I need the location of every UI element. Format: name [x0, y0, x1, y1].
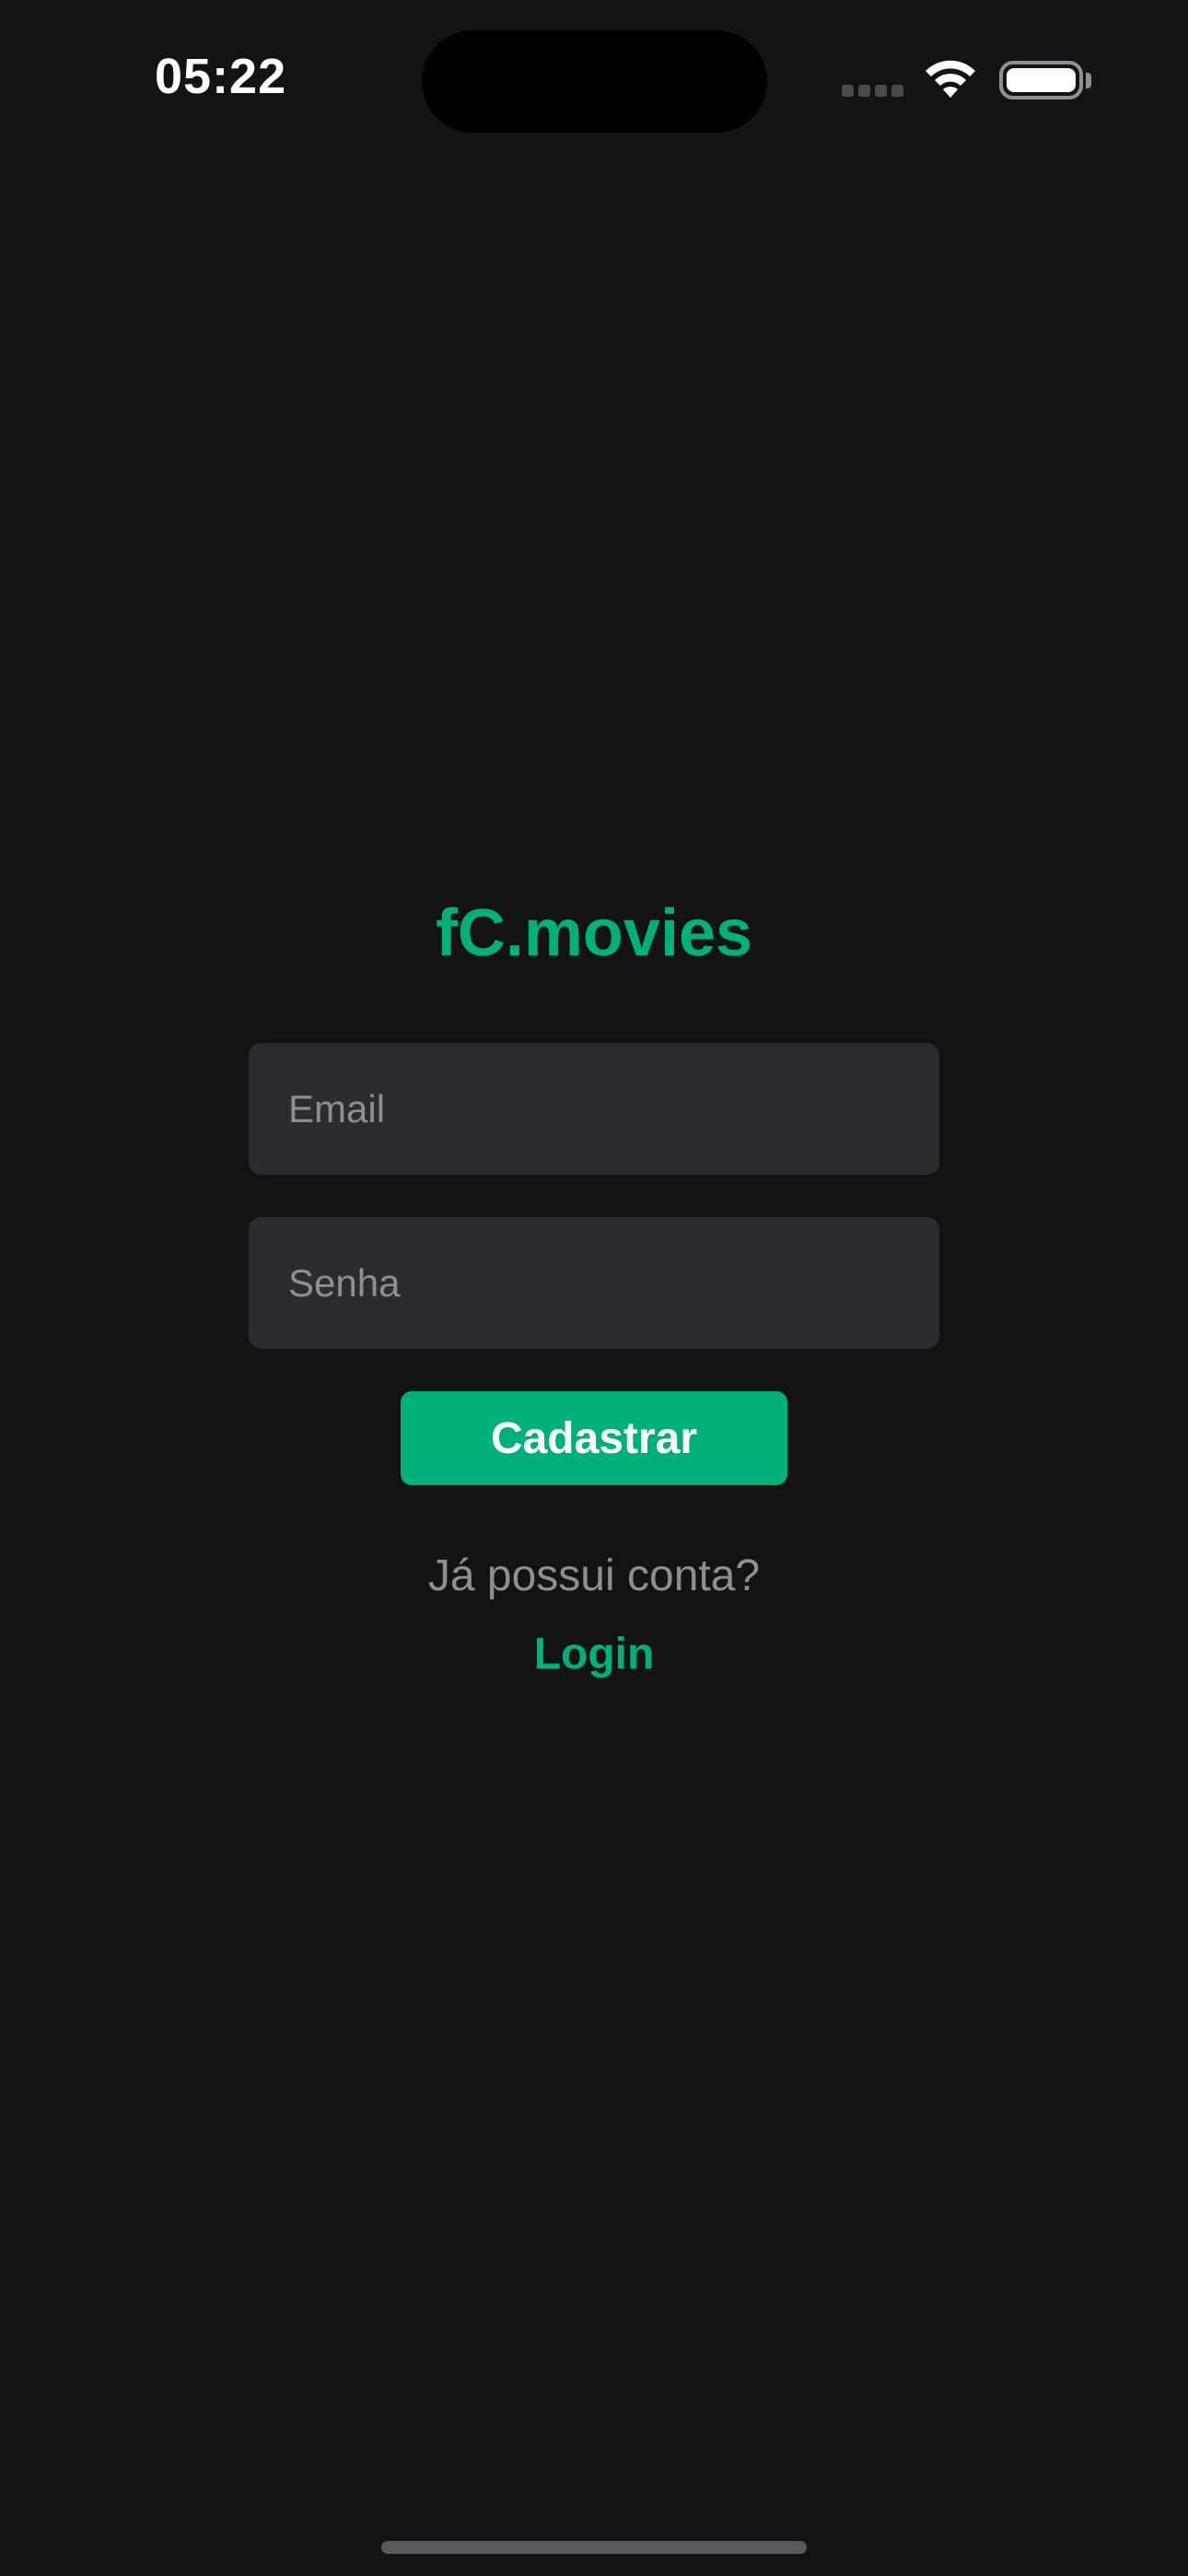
- password-field[interactable]: [249, 1217, 939, 1349]
- email-field[interactable]: [249, 1043, 939, 1175]
- have-account-text: Já possui conta?: [427, 1551, 761, 1600]
- login-link[interactable]: Login: [0, 1629, 1188, 1680]
- battery-cap: [1086, 73, 1091, 88]
- battery-icon: [999, 61, 1083, 100]
- status-time: 05:22: [155, 49, 287, 104]
- cellular-signal-icon: [842, 85, 904, 98]
- dynamic-island: [422, 30, 767, 133]
- app-title: fC.movies: [435, 896, 753, 970]
- wifi-icon: [926, 60, 975, 98]
- signup-screen: 05:22 fC.movies Cadastrar Já possui cont…: [0, 0, 1188, 2576]
- register-button[interactable]: Cadastrar: [401, 1391, 787, 1485]
- home-indicator[interactable]: [381, 2541, 807, 2554]
